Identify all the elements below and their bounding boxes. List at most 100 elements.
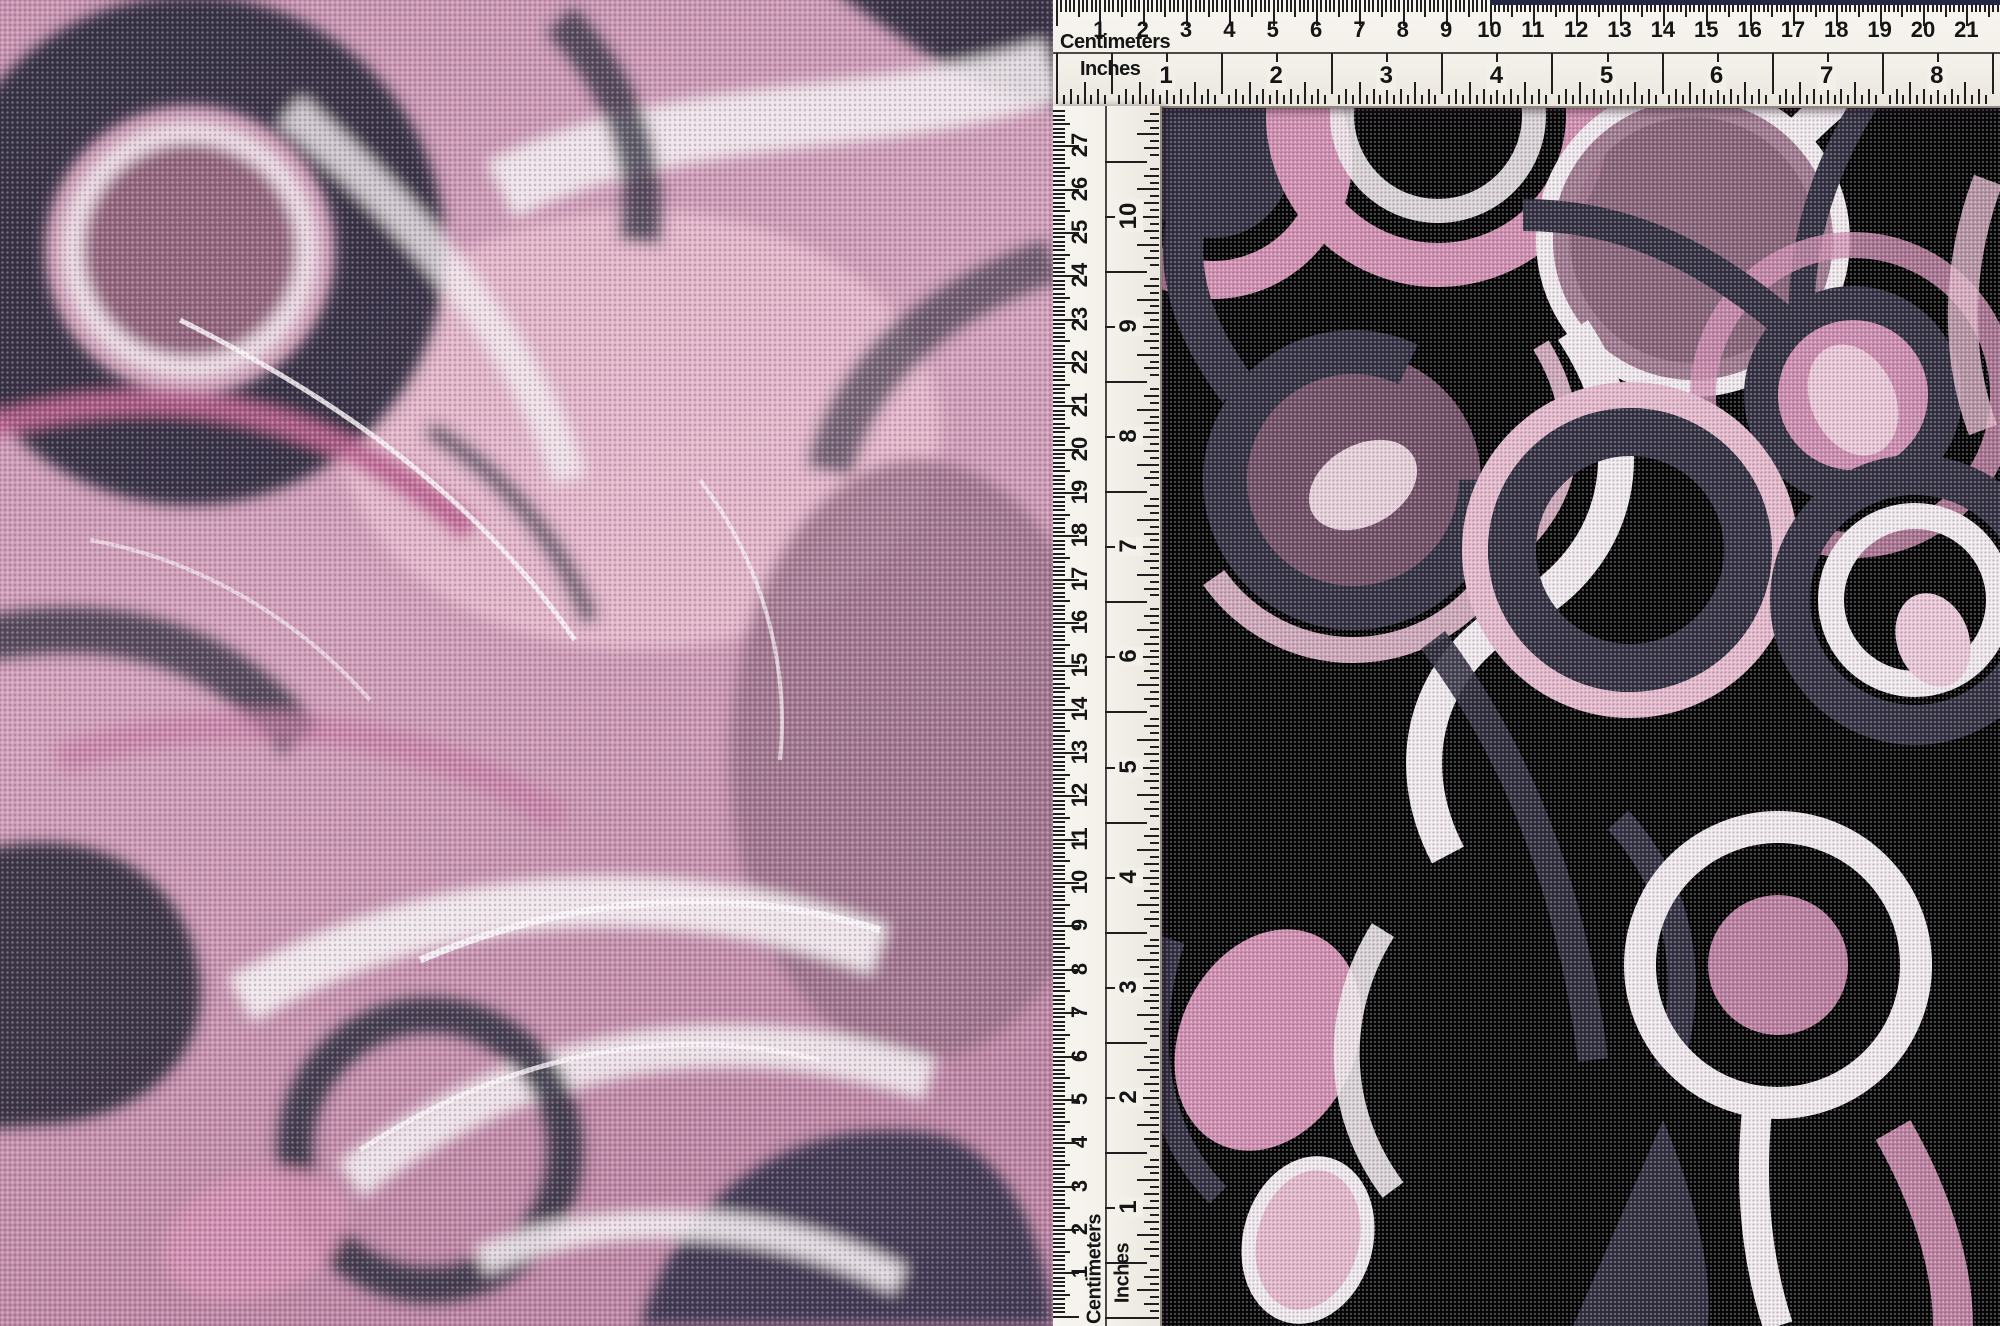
h-inch-tick (1366, 95, 1368, 104)
v-cm-tick (1053, 1242, 1065, 1244)
v-cm-number: 17 (1067, 566, 1093, 590)
v-cm-tick (1053, 1259, 1065, 1261)
v-inch-tick (1150, 980, 1159, 982)
h-inch-tick (1634, 82, 1636, 104)
v-inch-tick (1144, 257, 1159, 259)
h-inch-tick (1152, 89, 1154, 104)
h-cm-tick (1385, 0, 1387, 12)
v-cm-tick (1053, 496, 1065, 498)
v-cm-tick (1053, 1095, 1065, 1097)
v-cm-tick (1053, 119, 1065, 121)
v-cm-tick (1053, 509, 1065, 511)
v-cm-tick (1053, 267, 1065, 269)
v-inch-tick (1105, 711, 1147, 713)
h-inch-tick (1964, 82, 1966, 104)
h-cm-tick (1156, 0, 1158, 12)
h-inch-tick (1187, 95, 1189, 104)
v-inch-tick (1144, 643, 1159, 645)
v-cm-tick (1053, 1203, 1065, 1205)
h-cm-tick (1151, 0, 1153, 12)
v-cm-tick (1053, 219, 1065, 221)
v-cm-tick (1053, 1246, 1065, 1248)
v-cm-tick (1053, 1216, 1065, 1218)
v-cm-tick (1053, 202, 1065, 204)
v-cm-tick (1053, 171, 1065, 173)
h-inch-tick (1207, 89, 1209, 104)
v-inch-tick (1150, 512, 1159, 514)
h-cm-tick (1125, 0, 1127, 12)
h-cm-tick (1169, 0, 1171, 12)
v-inch-tick (1150, 553, 1159, 555)
h-cm-number: 9 (1440, 17, 1452, 43)
h-cm-tick (1377, 0, 1379, 12)
v-cm-tick (1053, 440, 1065, 442)
v-cm-tick (1053, 1116, 1065, 1118)
h-cm-number: 20 (1911, 17, 1935, 43)
h-inch-tick (1992, 53, 1994, 94)
v-cm-number: 24 (1067, 263, 1093, 287)
h-inch-tick (1840, 89, 1842, 104)
v-cm-tick (1053, 1316, 1079, 1318)
h-inch-tick (1682, 95, 1684, 104)
h-cm-tick (1390, 0, 1392, 12)
crumpled-fabric-art (0, 0, 1053, 1326)
h-inch-tick (1352, 95, 1354, 104)
h-cm-tick (1476, 0, 1478, 12)
v-cm-tick (1053, 340, 1070, 342)
h-cm-tick (1134, 0, 1136, 12)
h-inch-tick (1194, 82, 1196, 104)
h-inch-tick (1744, 82, 1746, 104)
v-cm-tick (1053, 223, 1065, 225)
v-inch-tick (1144, 175, 1159, 177)
h-cm-tick (1121, 0, 1123, 17)
h-cm-tick (1481, 0, 1483, 12)
h-inch-tick (1510, 89, 1512, 104)
v-inch-tick (1150, 1296, 1159, 1298)
h-inch-tick (1104, 95, 1106, 104)
h-inch-tick (1854, 82, 1856, 104)
v-inch-tick (1137, 629, 1159, 631)
h-inch-tick (1476, 95, 1478, 104)
h-inch-tick (1648, 89, 1650, 104)
h-inch-number: 6 (1707, 62, 1726, 90)
v-inch-tick (1137, 519, 1159, 521)
h-cm-tick (1398, 0, 1400, 12)
v-cm-tick (1053, 826, 1065, 828)
v-cm-tick (1053, 548, 1065, 550)
v-cm-tick (1053, 687, 1070, 689)
v-inch-tick (1150, 264, 1159, 266)
v-cm-tick (1053, 141, 1065, 143)
v-cm-tick (1053, 293, 1065, 295)
h-inch-tick (1428, 89, 1430, 104)
v-cm-tick (1053, 990, 1070, 992)
v-cm-tick (1053, 1285, 1065, 1287)
v-cm-number: 10 (1067, 870, 1093, 894)
v-inch-tick (1150, 402, 1159, 404)
v-cm-tick (1053, 1151, 1065, 1153)
v-cm-tick (1053, 899, 1065, 901)
h-inch-tick (1662, 53, 1664, 94)
v-cm-tick (1053, 1082, 1065, 1084)
h-inch-tick (1579, 82, 1581, 104)
h-inch-tick (1641, 95, 1643, 104)
v-inch-tick (1150, 856, 1159, 858)
h-inch-tick (1063, 95, 1065, 104)
v-inch-number: 10 (1115, 200, 1143, 233)
h-cm-tick (1290, 0, 1292, 12)
v-inch-tick (1150, 140, 1159, 142)
v-cm-tick (1053, 236, 1065, 238)
v-cm-tick (1053, 570, 1065, 572)
v-cm-tick (1053, 1064, 1065, 1066)
v-inch-tick (1150, 1007, 1159, 1009)
v-inch-tick (1150, 1035, 1159, 1037)
v-cm-tick (1053, 626, 1065, 628)
v-inch-tick (1150, 1241, 1159, 1243)
v-cm-tick (1053, 834, 1065, 836)
v-inch-tick (1150, 1131, 1159, 1133)
v-inch-tick (1150, 608, 1159, 610)
v-inch-tick (1150, 677, 1159, 679)
h-inch-tick (1345, 89, 1347, 104)
v-cm-tick (1053, 947, 1070, 949)
v-cm-tick (1053, 644, 1070, 646)
h-inch-tick (1751, 95, 1753, 104)
